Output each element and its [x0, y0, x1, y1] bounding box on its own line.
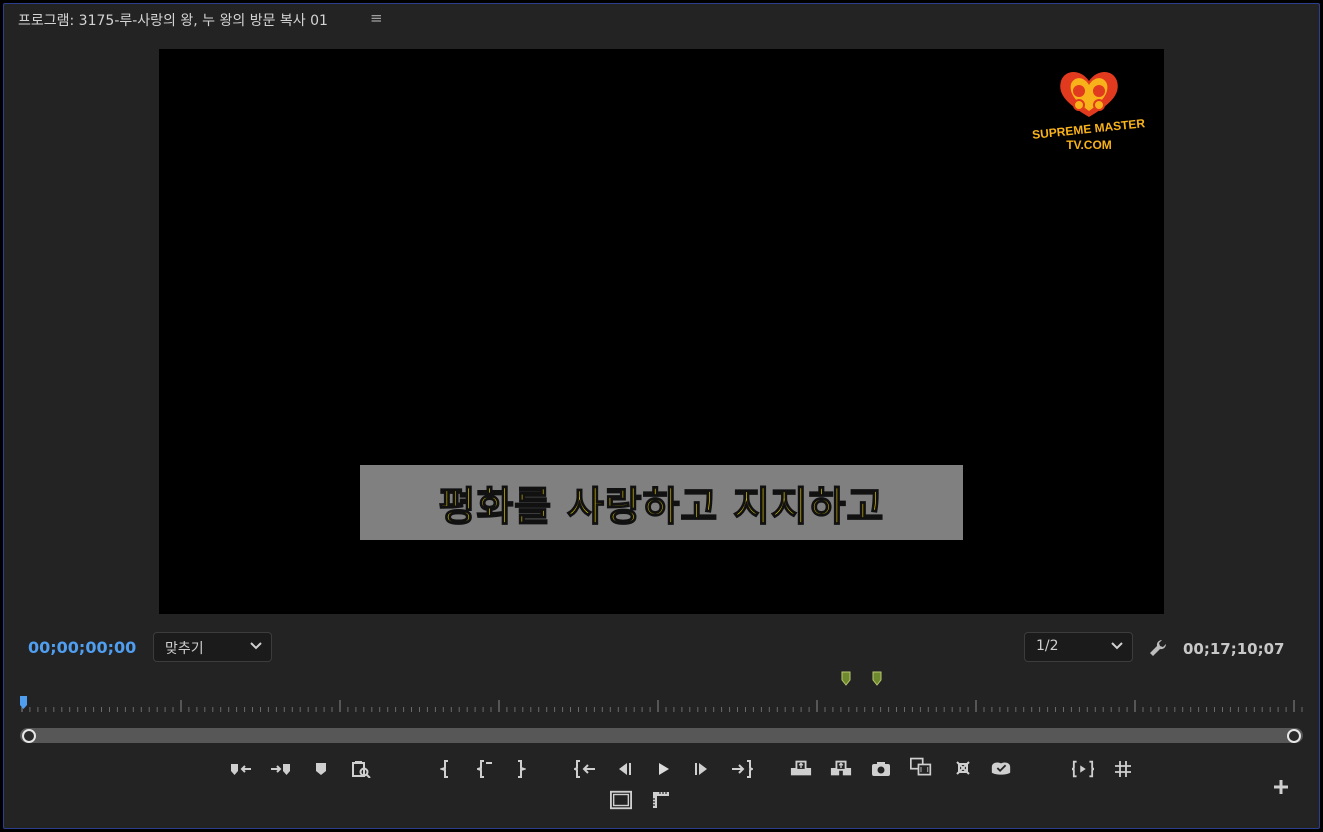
duration-timecode: 00;17;10;07 [1183, 640, 1285, 658]
lift-icon[interactable] [790, 757, 812, 779]
panel-title: 프로그램: 3175-루-사랑의 왕, 누 왕의 방문 복사 01 [18, 13, 328, 29]
playhead [20, 696, 27, 709]
plus-icon[interactable] [1270, 776, 1292, 798]
caption-box: 평화를 사랑하고 지지하고 [360, 465, 963, 540]
play-icon[interactable] [652, 758, 674, 780]
playback-resolution-dropdown[interactable]: 1/2 [1024, 632, 1133, 662]
video-preview[interactable]: SUPREME MASTER TV.COM 평화를 사랑하고 지지하고 [159, 49, 1164, 614]
marker-icon [872, 671, 882, 686]
time-ruler[interactable] [18, 692, 1308, 716]
step-forward-icon[interactable] [691, 758, 713, 780]
current-timecode[interactable]: 00;00;00;00 [28, 638, 136, 657]
wrench-icon[interactable] [1148, 638, 1168, 658]
scroll-handle-left[interactable] [22, 729, 36, 743]
safe-margins-icon[interactable] [1112, 758, 1134, 780]
chevron-down-icon [1111, 642, 1123, 650]
scroll-handle-right[interactable] [1287, 729, 1301, 743]
mark-in-icon[interactable] [434, 758, 456, 780]
timeline-markers [841, 671, 882, 686]
comparison-view-icon[interactable] [910, 756, 932, 778]
svg-text:TV.COM: TV.COM [1066, 138, 1112, 152]
program-monitor-panel: 프로그램: 3175-루-사랑의 왕, 누 왕의 방문 복사 01 ≡ SUPR… [3, 3, 1320, 829]
match-frame-zoom-icon[interactable] [350, 758, 372, 780]
step-back-icon[interactable] [613, 758, 635, 780]
add-marker-icon[interactable] [310, 758, 332, 780]
multi-camera-icon[interactable] [610, 789, 632, 811]
toggle-proxies-icon[interactable] [952, 757, 974, 779]
trim-icon[interactable] [1072, 758, 1094, 780]
show-rulers-icon[interactable] [650, 789, 672, 811]
zoom-level-value: 맞추기 [165, 641, 204, 657]
zoom-scroll-bar[interactable] [20, 728, 1303, 743]
hamburger-icon[interactable]: ≡ [370, 9, 383, 27]
vr-video-icon[interactable] [990, 757, 1012, 779]
transport-controls [4, 752, 1319, 832]
mark-out-left-icon[interactable] [474, 758, 496, 780]
extract-icon[interactable] [830, 757, 852, 779]
marker-icon [841, 671, 851, 686]
go-to-out-icon[interactable] [731, 758, 753, 780]
add-marker-in-icon[interactable] [230, 758, 252, 780]
caption-text: 평화를 사랑하고 지지하고 [438, 483, 885, 531]
resolution-value: 1/2 [1036, 638, 1059, 654]
export-frame-icon[interactable] [870, 758, 892, 780]
mark-out-icon[interactable] [510, 758, 532, 780]
supreme-master-logo: SUPREME MASTER TV.COM [1031, 72, 1146, 152]
zoom-level-dropdown[interactable]: 맞추기 [153, 632, 272, 662]
go-to-in-icon[interactable] [574, 758, 596, 780]
add-marker-out-icon[interactable] [270, 758, 292, 780]
chevron-down-icon [250, 642, 262, 650]
